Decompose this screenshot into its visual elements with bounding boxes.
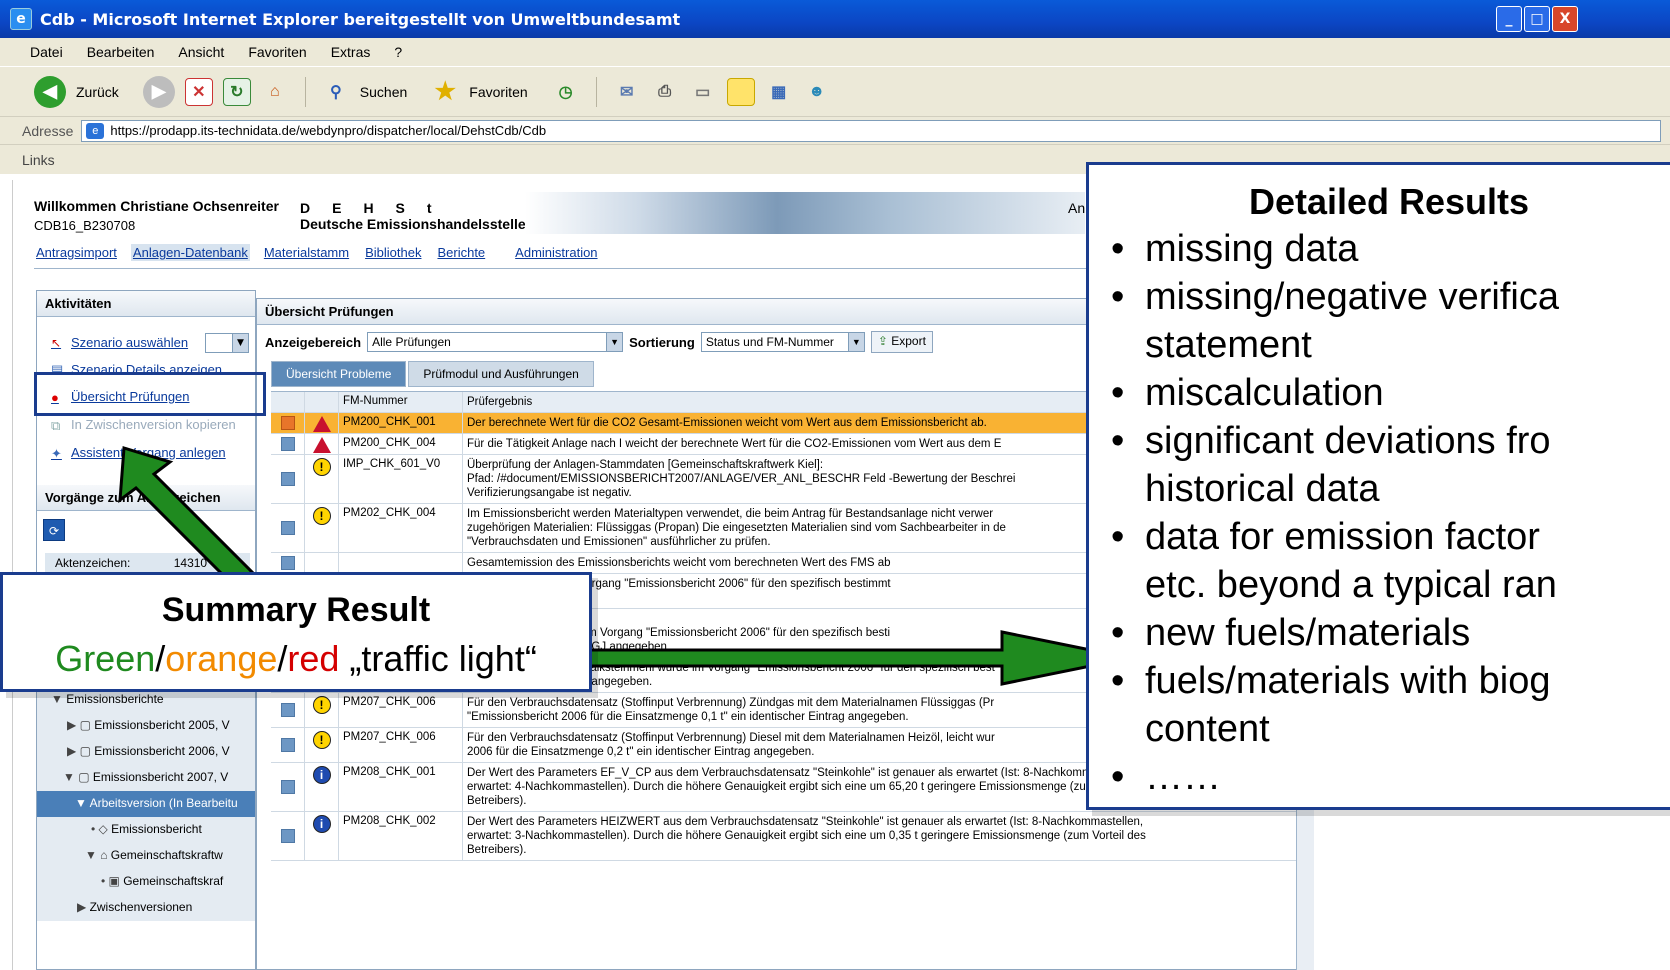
summary-title: Summary Result (161, 591, 431, 629)
summary-callout: Summary Result Green/orange/red „traffic… (0, 572, 592, 692)
summary-green: Green (55, 638, 156, 679)
detail-item: missing/negative verifica (1103, 273, 1559, 321)
summary-slash: / (277, 638, 288, 679)
detail-item-cont: etc. beyond a typical ran (1145, 564, 1557, 606)
screenshot-root: e Cdb - Microsoft Internet Explorer bere… (0, 0, 1670, 970)
summary-orange: orange (165, 638, 278, 679)
summary-rest: „traffic light“ (339, 638, 537, 679)
detailed-results-callout: Detailed Results missing data missing/ne… (1086, 162, 1670, 810)
detail-item: significant deviations fro (1103, 417, 1559, 465)
detail-item-cont: content (1145, 708, 1270, 750)
detailed-results-title: Detailed Results (1248, 181, 1530, 222)
detail-item: data for emission factor (1103, 513, 1559, 561)
detailed-results-list: missing data missing/negative verifica s… (1103, 225, 1559, 801)
horizontal-arrow-shape (570, 630, 1131, 686)
summary-slash: / (155, 638, 166, 679)
detail-item: missing data (1103, 225, 1559, 273)
detail-item-cont: historical data (1145, 468, 1380, 510)
detail-item: …… (1103, 753, 1559, 801)
detail-item: fuels/materials with biog (1103, 657, 1559, 705)
summary-red: red (287, 638, 340, 679)
detail-item: miscalculation (1103, 369, 1559, 417)
detail-item: new fuels/materials (1103, 609, 1559, 657)
summary-traffic-light: Green/orange/red „traffic light“ (3, 638, 589, 680)
detail-item-cont: statement (1145, 324, 1312, 366)
